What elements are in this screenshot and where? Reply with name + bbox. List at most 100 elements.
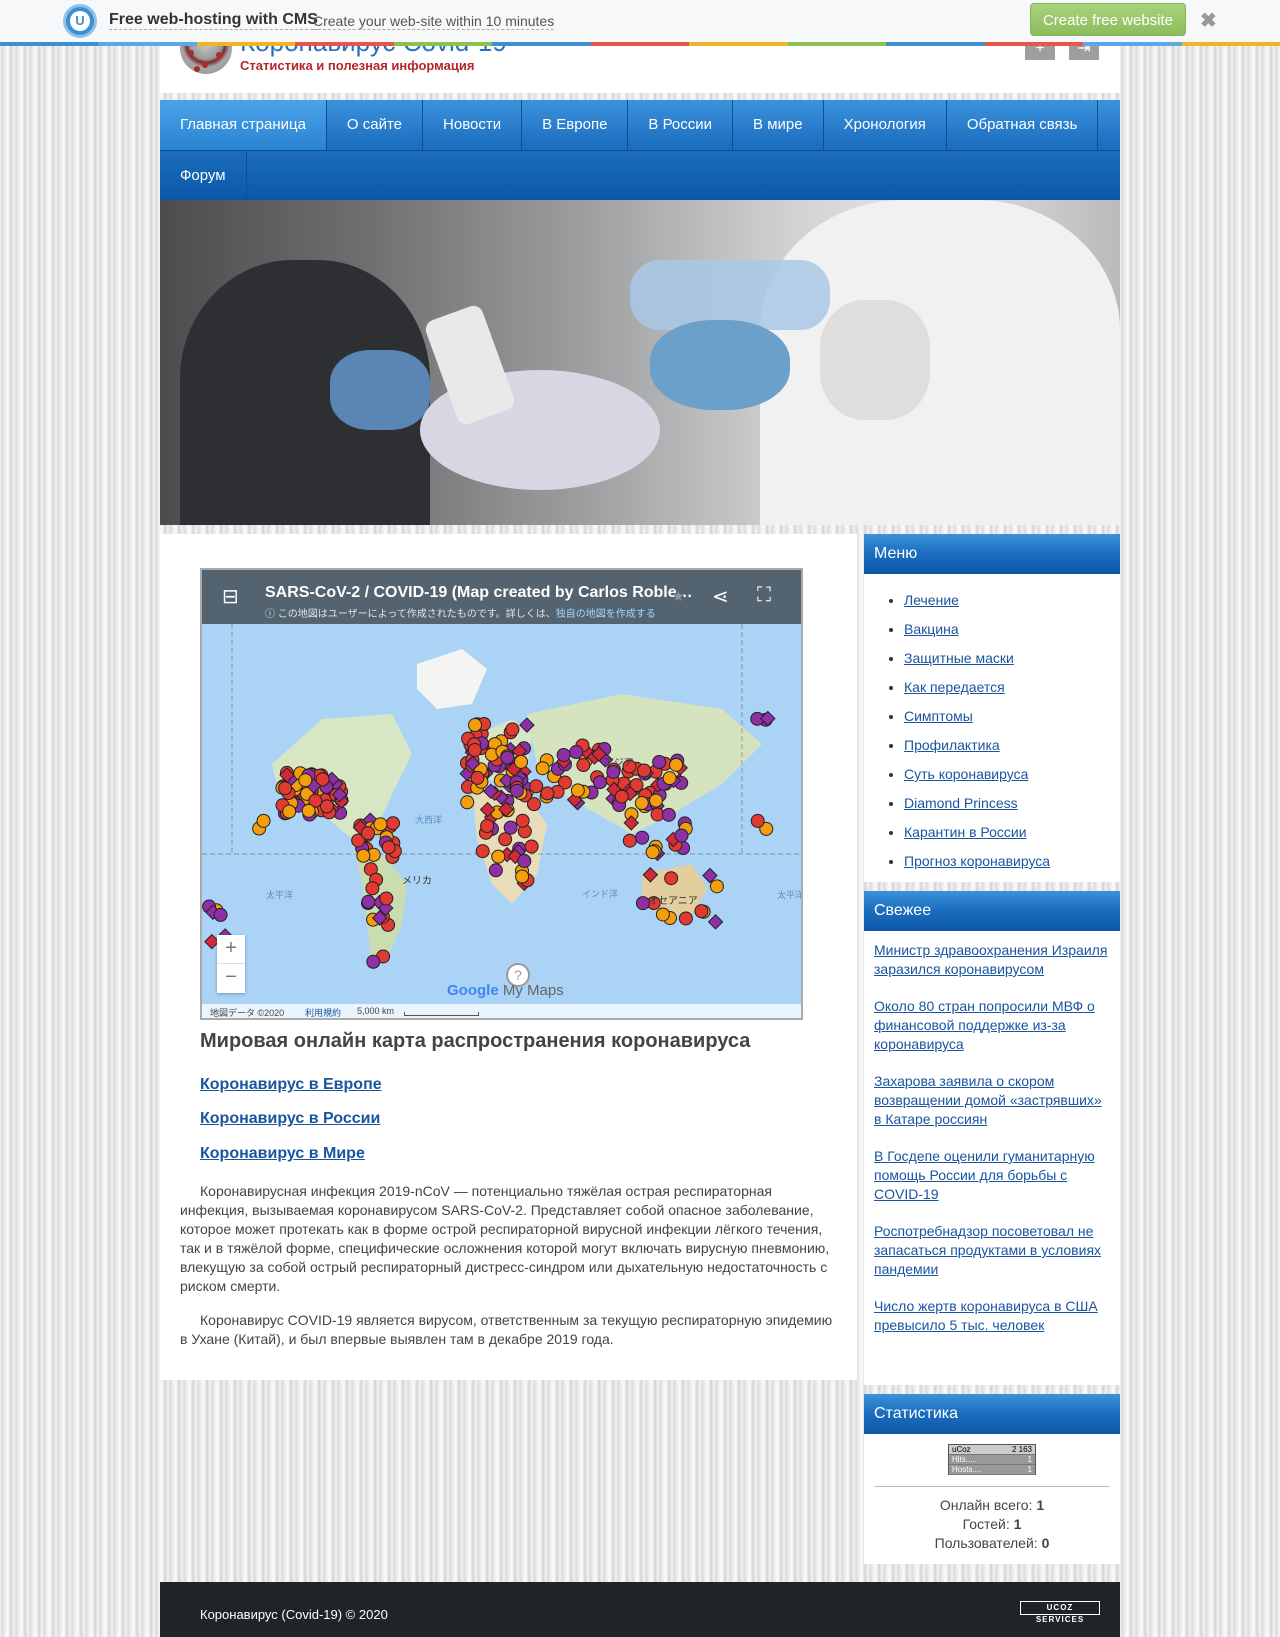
map-marker[interactable] bbox=[614, 789, 629, 804]
map-marker[interactable] bbox=[298, 773, 313, 788]
sidebar-menu-item[interactable]: Суть коронавируса bbox=[904, 760, 1120, 789]
map-marker[interactable] bbox=[593, 775, 608, 790]
map-marker[interactable] bbox=[503, 820, 518, 835]
google-mymaps-logo[interactable]: Google My Maps bbox=[447, 982, 564, 999]
map-marker[interactable] bbox=[540, 786, 555, 801]
fullscreen-icon[interactable]: ⛶ bbox=[757, 584, 771, 607]
map-title[interactable]: SARS-CoV-2 / COVID-19 (Map created by Ca… bbox=[265, 584, 693, 602]
sidebar-menu-item[interactable]: Симптомы bbox=[904, 702, 1120, 731]
sidebar-menu-item[interactable]: Diamond Princess bbox=[904, 789, 1120, 818]
map-marker[interactable] bbox=[256, 813, 271, 828]
map-marker[interactable] bbox=[320, 799, 335, 814]
nav-item[interactable]: Новости bbox=[423, 100, 523, 150]
map-marker[interactable] bbox=[652, 754, 667, 769]
sidebar-menu-item[interactable]: Защитные маски bbox=[904, 644, 1120, 673]
sidebar-menu-link[interactable]: Diamond Princess bbox=[904, 795, 1018, 811]
map-marker[interactable] bbox=[488, 863, 503, 878]
map-marker[interactable] bbox=[634, 796, 649, 811]
sidebar-menu-link[interactable]: Защитные маски bbox=[904, 650, 1014, 666]
map-marker[interactable] bbox=[515, 813, 530, 828]
map-marker[interactable] bbox=[526, 797, 541, 812]
sidebar-menu-link[interactable]: Лечение bbox=[904, 592, 959, 608]
zoom-in-button[interactable]: + bbox=[217, 935, 245, 964]
map-marker[interactable] bbox=[556, 747, 571, 762]
map-marker[interactable] bbox=[470, 770, 485, 785]
sidebar-menu-item[interactable]: Лечение bbox=[904, 586, 1120, 615]
map-marker[interactable] bbox=[498, 832, 513, 847]
map-marker[interactable] bbox=[569, 745, 584, 760]
fresh-news-link[interactable]: Роспотребнадзор посоветовал не запасатьс… bbox=[874, 1222, 1110, 1279]
map-marker[interactable] bbox=[529, 779, 544, 794]
map-terms-link[interactable]: 利用規約 bbox=[305, 1006, 341, 1018]
sidebar-menu-item[interactable]: Как передается bbox=[904, 673, 1120, 702]
map-marker[interactable] bbox=[365, 881, 380, 896]
map-marker[interactable] bbox=[373, 817, 388, 832]
zoom-out-button[interactable]: − bbox=[217, 964, 245, 993]
sidebar-menu-link[interactable]: Прогноз коронавируса bbox=[904, 853, 1050, 869]
ucoz-services-badge[interactable]: UCOZ SERVICES bbox=[1020, 1601, 1100, 1624]
map-marker[interactable] bbox=[669, 757, 684, 772]
map-marker[interactable] bbox=[366, 954, 381, 969]
map-marker[interactable] bbox=[570, 783, 585, 798]
sidebar-menu-item[interactable]: Прогноз коронавируса bbox=[904, 847, 1120, 876]
map-marker[interactable] bbox=[467, 743, 482, 758]
map-marker[interactable] bbox=[664, 871, 679, 886]
fresh-news-link[interactable]: Число жертв коронавируса в США превысило… bbox=[874, 1297, 1110, 1335]
map-marker[interactable] bbox=[381, 840, 396, 855]
map-marker[interactable] bbox=[301, 803, 316, 818]
map-marker[interactable] bbox=[361, 826, 376, 841]
sidebar-menu-link[interactable]: Как передается bbox=[904, 679, 1005, 695]
sidebar-menu-link[interactable]: Суть коронавируса bbox=[904, 766, 1028, 782]
map-marker[interactable] bbox=[361, 894, 376, 909]
map-marker[interactable] bbox=[661, 807, 676, 822]
fresh-news-link[interactable]: Министр здравоохранения Израиля заразилс… bbox=[874, 941, 1110, 979]
map-note-link[interactable]: 独自の地図を作成する bbox=[556, 609, 656, 620]
map-marker[interactable] bbox=[637, 763, 652, 778]
sidebar-menu-link[interactable]: Вакцина bbox=[904, 621, 959, 637]
sidebar-menu-link[interactable]: Симптомы bbox=[904, 708, 973, 724]
map-marker[interactable] bbox=[475, 844, 490, 859]
nav-item[interactable]: В Европе bbox=[522, 100, 629, 150]
map-marker[interactable] bbox=[480, 819, 495, 834]
nav-item[interactable]: Главная страница bbox=[160, 100, 327, 150]
map-marker[interactable] bbox=[460, 795, 475, 810]
map-marker[interactable] bbox=[379, 891, 394, 906]
map-marker[interactable] bbox=[678, 911, 693, 926]
fresh-news-link[interactable]: В Госдепе оценили гуманитарную помощь Ро… bbox=[874, 1147, 1110, 1204]
sidebar-menu-item[interactable]: Вакцина bbox=[904, 615, 1120, 644]
map-marker[interactable] bbox=[491, 849, 506, 864]
link-europe[interactable]: Коронавирус в Европе bbox=[200, 1076, 382, 1094]
map-marker[interactable] bbox=[648, 793, 663, 808]
map-marker[interactable] bbox=[635, 830, 650, 845]
map-marker[interactable] bbox=[750, 813, 765, 828]
map-marker[interactable] bbox=[282, 804, 297, 819]
map-marker[interactable] bbox=[515, 869, 530, 884]
map-marker[interactable] bbox=[674, 828, 689, 843]
create-website-button[interactable]: Create free website bbox=[1030, 3, 1186, 36]
sidebar-menu-item[interactable]: Профилактика bbox=[904, 731, 1120, 760]
map-marker[interactable] bbox=[576, 758, 591, 773]
share-icon[interactable]: ⋖ bbox=[712, 584, 729, 609]
map-marker[interactable] bbox=[356, 848, 371, 863]
fresh-news-link[interactable]: Около 80 стран попросили МВФ о финансово… bbox=[874, 997, 1110, 1054]
map-marker[interactable] bbox=[645, 845, 660, 860]
link-russia[interactable]: Коронавирус в России bbox=[200, 1110, 380, 1128]
world-map[interactable] bbox=[202, 624, 801, 1004]
sidebar-menu-item[interactable]: Карантин в России bbox=[904, 818, 1120, 847]
ucoz-logo-icon[interactable]: U bbox=[63, 4, 97, 38]
nav-item[interactable]: В мире bbox=[733, 100, 824, 150]
nav-item[interactable]: Обратная связь bbox=[947, 100, 1099, 150]
fresh-news-link[interactable]: Захарова заявила о скором возвращении до… bbox=[874, 1072, 1110, 1129]
map-marker[interactable] bbox=[517, 854, 532, 869]
map-marker[interactable] bbox=[505, 722, 520, 737]
promo-title[interactable]: Free web-hosting with CMS bbox=[109, 11, 318, 30]
map-marker[interactable] bbox=[509, 783, 524, 798]
ucoz-counter[interactable]: uCoz 2 163 Hits..... 1 Hosts.... 1 bbox=[948, 1444, 1036, 1475]
map-marker[interactable] bbox=[662, 771, 677, 786]
map-marker[interactable] bbox=[386, 816, 401, 831]
map-legend-toggle-icon[interactable]: ⊟ bbox=[222, 584, 239, 609]
sidebar-menu-link[interactable]: Профилактика bbox=[904, 737, 1000, 753]
star-icon[interactable]: ★ bbox=[672, 588, 685, 605]
map-marker[interactable] bbox=[468, 718, 483, 733]
map-marker[interactable] bbox=[514, 754, 529, 769]
